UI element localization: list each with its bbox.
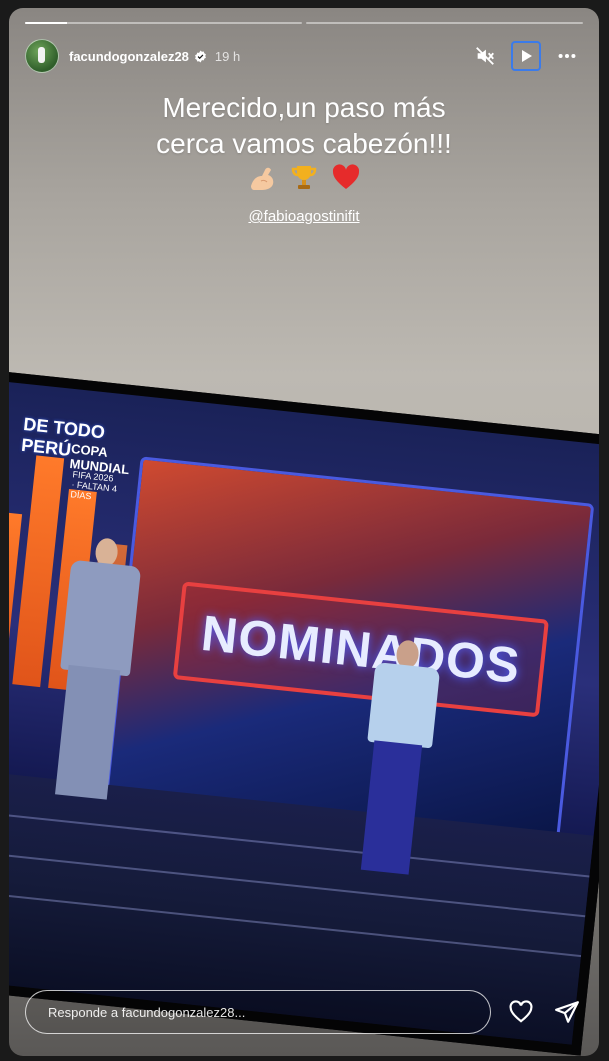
story-caption: Merecido,un paso más cerca vamos cabezón… [9,90,599,162]
reply-field[interactable] [25,990,491,1034]
show-logo: DE TODO PERÚ COPA MUNDIAL FIFA 2026 · FA… [9,413,130,501]
story-progress [25,22,583,24]
like-button[interactable] [505,996,537,1028]
tv-photo: DE TODO PERÚ COPA MUNDIAL FIFA 2026 · FA… [9,370,599,1056]
caption-line: Merecido,un paso más [162,92,446,123]
person-body [367,662,441,749]
send-button[interactable] [551,996,583,1028]
more-options-button[interactable] [551,40,583,72]
more-icon [558,53,576,59]
trophy-icon [289,162,319,192]
play-icon [522,50,532,62]
post-time: 19 h [214,48,241,64]
mute-icon [476,47,494,65]
story-footer [25,990,583,1034]
person-body [60,559,142,677]
story-container: facundogonzalez28 19 h Merecido,un paso … [9,8,599,1056]
red-heart-icon [331,162,361,192]
play-button[interactable] [511,41,541,71]
caption-emojis [9,162,599,192]
tv-screen: DE TODO PERÚ COPA MUNDIAL FIFA 2026 · FA… [9,380,599,1045]
reply-input[interactable] [46,1003,470,1021]
caption-line: cerca vamos cabezón!!! [156,128,452,159]
username[interactable]: facundogonzalez28 [69,49,189,64]
sign-text: NOMINADOS [198,604,523,694]
story-header: facundogonzalez28 19 h [25,38,583,74]
avatar[interactable] [25,39,59,73]
verified-badge-icon [195,50,206,62]
progress-segment [306,22,583,24]
heart-icon [509,1000,533,1023]
logo-text: FIFA 2026 · FALTAN 4 DÍAS [69,469,118,502]
flexed-biceps-icon [247,162,277,192]
progress-segment [25,22,302,24]
mute-button[interactable] [469,40,501,72]
mention-link[interactable]: @fabioagostinifit [9,208,599,225]
send-icon [555,1001,579,1023]
